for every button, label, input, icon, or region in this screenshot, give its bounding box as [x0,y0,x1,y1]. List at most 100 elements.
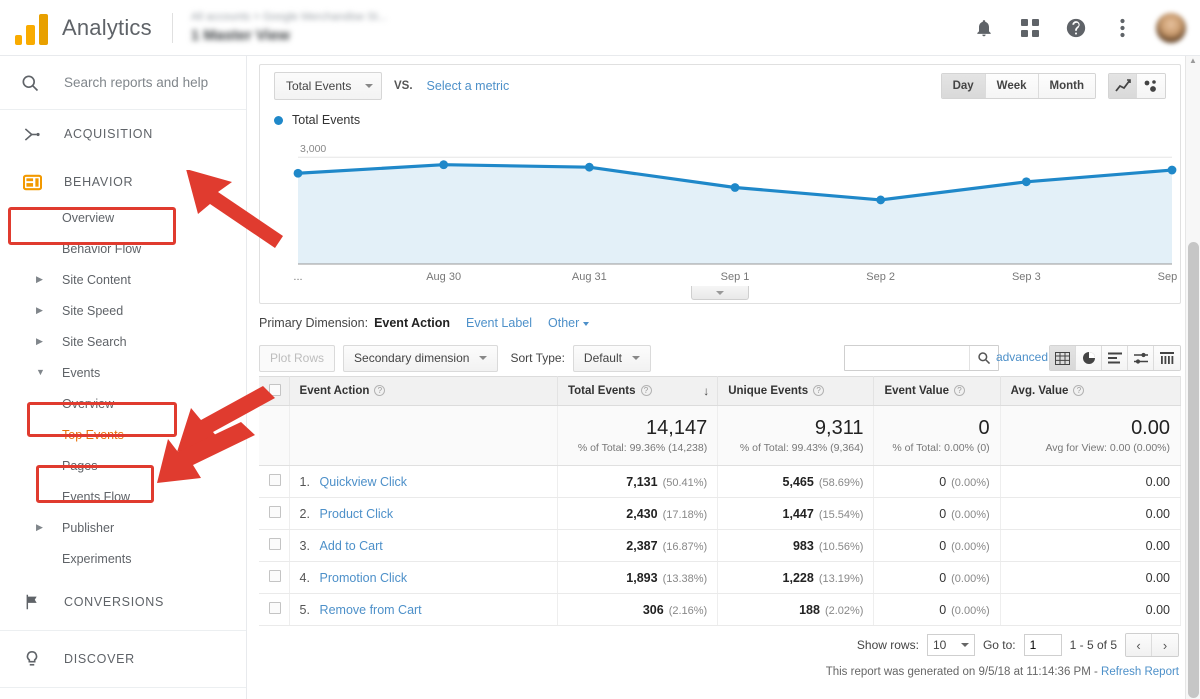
help-icon[interactable]: ? [954,385,966,397]
primary-dimension-event-action[interactable]: Event Action [374,316,450,330]
sidebar-item-pages[interactable]: Pages [0,450,246,481]
row-checkbox[interactable] [269,474,281,486]
event-action-link[interactable]: Add to Cart [320,539,383,553]
summary-row: 14,147 % of Total: 99.36% (14,238) 9,311… [259,405,1182,466]
table-search-box[interactable] [844,345,999,371]
chevron-down-icon [716,290,724,295]
select-all-checkbox[interactable] [269,383,281,396]
comparison-view-icon[interactable] [1128,346,1154,370]
column-event-value[interactable]: Event Value? [873,376,1001,406]
analytics-app: Analytics All accounts > Google Merchand… [0,0,1200,699]
granularity-week[interactable]: Week [985,74,1039,98]
primary-dimension-other[interactable]: Other [548,316,590,330]
row-checkbox[interactable] [269,602,281,614]
value: 7,131 [626,474,658,489]
help-icon[interactable]: ? [1073,385,1085,397]
view-mode-group [1049,345,1181,371]
advanced-link[interactable]: advanced [996,350,1048,364]
sidebar-label: Site Speed [62,303,124,318]
performance-view-icon[interactable] [1102,346,1128,370]
vertical-scrollbar[interactable]: ▲ [1185,56,1200,699]
row-checkbox-cell[interactable] [259,529,290,562]
sidebar-item-events-overview[interactable]: Overview [0,388,246,419]
sidebar-item-site-content[interactable]: ▶ Site Content [0,264,246,295]
sidebar-item-overview[interactable]: Overview [0,202,246,233]
plot-rows-button[interactable]: Plot Rows [259,344,336,372]
row-checkbox-cell[interactable] [259,561,290,594]
sidebar-item-behavior-flow[interactable]: Behavior Flow [0,233,246,264]
sidebar-item-events[interactable]: ▼ Events [0,357,246,388]
secondary-dimension-button[interactable]: Secondary dimension [343,344,499,372]
help-icon[interactable]: ? [374,385,386,397]
table-search-input[interactable] [851,350,969,366]
column-avg-value[interactable]: Avg. Value? [1000,376,1182,406]
sidebar-item-top-events[interactable]: Top Events [0,419,246,450]
goto-input[interactable] [1023,634,1062,656]
help-icon[interactable] [1064,16,1088,40]
pie-view-icon[interactable] [1076,346,1102,370]
sidebar-item-publisher[interactable]: ▶ Publisher [0,512,246,543]
discover-bulb-icon [20,650,44,668]
help-icon[interactable]: ? [640,385,652,397]
row-checkbox[interactable] [269,570,281,582]
more-vert-icon[interactable] [1110,16,1134,40]
granularity-month[interactable]: Month [1038,74,1095,98]
column-total-events[interactable]: Total Events? ↓ [557,376,719,406]
cell-event-action: 5. Remove from Cart [289,593,558,626]
cell-total-events: 2,430 (17.18%) [557,497,719,530]
row-checkbox-cell[interactable] [259,465,290,498]
table-view-icon[interactable] [1050,346,1076,370]
show-rows-label: Show rows: [856,638,919,652]
cell-avg-value: 0.00 [1000,561,1182,594]
chevron-down-icon [583,321,590,326]
show-rows-select[interactable]: 10 [926,634,975,656]
granularity-group: Day Week Month [940,73,1096,99]
sidebar-item-discover[interactable]: DISCOVER [0,639,246,679]
report-generated-line: This report was generated on 9/5/18 at 1… [259,666,1181,678]
sidebar-item-experiments[interactable]: Experiments [0,543,246,574]
select-a-metric-link[interactable]: Select a metric [427,79,510,93]
help-icon[interactable]: ? [813,385,825,397]
event-action-link[interactable]: Promotion Click [320,571,408,585]
search-input[interactable]: Search reports and help [0,56,246,110]
row-checkbox-cell[interactable] [259,497,290,530]
event-action-link[interactable]: Quickview Click [320,475,408,489]
sidebar-item-site-speed[interactable]: ▶ Site Speed [0,295,246,326]
sidebar-item-behavior[interactable]: BEHAVIOR [0,162,246,202]
sort-type-select[interactable]: Default [572,344,651,372]
account-selector[interactable]: All accounts > Google Merchandise St... … [191,11,387,44]
search-icon[interactable] [969,346,998,370]
bell-icon[interactable] [972,16,996,40]
metric-select[interactable]: Total Events [274,72,382,100]
next-page-button[interactable]: › [1152,634,1178,656]
sort-desc-icon[interactable]: ↓ [703,384,709,398]
line-chart-icon[interactable] [1109,74,1137,98]
sidebar-label: Publisher [62,520,115,535]
scrollbar-thumb[interactable] [1188,242,1199,698]
event-action-link[interactable]: Remove from Cart [320,603,422,617]
sidebar-label: Overview [62,396,115,411]
granularity-day[interactable]: Day [941,74,986,98]
row-checkbox-cell[interactable] [259,593,290,626]
row-checkbox[interactable] [269,538,281,550]
sidebar-item-events-flow[interactable]: Events Flow [0,481,246,512]
column-event-action[interactable]: Event Action? [289,376,558,406]
primary-dimension-event-label[interactable]: Event Label [466,316,532,330]
apps-grid-icon[interactable] [1018,16,1042,40]
sidebar-item-site-search[interactable]: ▶ Site Search [0,326,246,357]
column-unique-events[interactable]: Unique Events? [717,376,875,406]
select-all-header[interactable] [259,376,290,406]
scroll-up-arrow[interactable]: ▲ [1189,56,1197,65]
motion-chart-icon[interactable] [1137,74,1165,98]
row-checkbox[interactable] [269,506,281,518]
sidebar-item-acquisition[interactable]: ACQUISITION [0,114,246,154]
table-row: 3. Add to Cart 2,387 (16.87%) 983 (10.56%) 0 (0… [259,529,1182,562]
chart-resize-handle[interactable] [691,286,749,300]
pivot-view-icon[interactable] [1154,346,1180,370]
event-action-link[interactable]: Product Click [320,507,394,521]
prev-page-button[interactable]: ‹ [1126,634,1152,656]
sidebar-item-conversions[interactable]: CONVERSIONS [0,582,246,622]
avatar[interactable] [1156,13,1186,43]
legend-label: Total Events [292,113,361,127]
refresh-report-link[interactable]: Refresh Report [1101,666,1179,678]
